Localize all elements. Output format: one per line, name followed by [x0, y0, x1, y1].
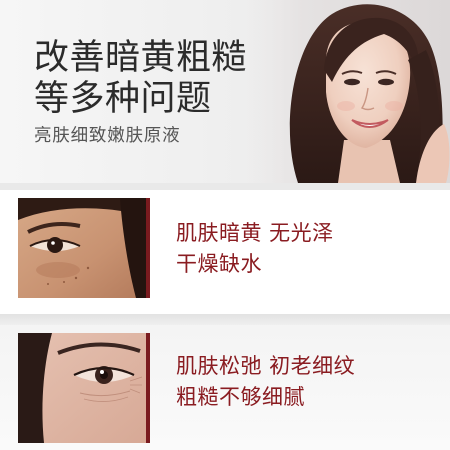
eye-closeup-wrinkles: [18, 333, 146, 443]
issue-line-2: 干燥缺水: [176, 252, 262, 276]
issue-text: 肌肤暗黄 无光泽 干燥缺水: [176, 218, 334, 280]
issue-section-sagging-skin: 肌肤松弛 初老细纹 粗糙不够细腻: [0, 325, 450, 450]
issue-line-1: 肌肤暗黄 无光泽: [176, 221, 334, 245]
eye-closeup-dull-photo: [18, 198, 146, 298]
hero-subtitle: 亮肤细致嫩肤原液: [34, 126, 181, 146]
accent-bar: [146, 198, 150, 298]
model-portrait: [240, 0, 450, 183]
accent-bar: [146, 333, 150, 443]
issue-line-1: 肌肤松弛 初老细纹: [176, 354, 356, 378]
section-divider: [0, 314, 450, 325]
product-detail-banner: 改善暗黄粗糙 等多种问题 亮肤细致嫩肤原液 肌肤暗黄 无光泽 干燥缺水 肌肤松弛…: [0, 0, 450, 450]
eye-closeup-wrinkles-photo: [18, 333, 146, 443]
hero-banner: 改善暗黄粗糙 等多种问题 亮肤细致嫩肤原液: [0, 0, 450, 183]
eye-closeup-dull: [18, 198, 146, 298]
issue-text: 肌肤松弛 初老细纹 粗糙不够细腻: [176, 351, 355, 413]
section-divider: [0, 183, 450, 190]
issue-section-dull-skin: 肌肤暗黄 无光泽 干燥缺水: [0, 190, 450, 314]
hero-title-line-2: 等多种问题: [34, 79, 212, 119]
hero-title: 改善暗黄粗糙 等多种问题: [34, 38, 247, 120]
issue-line-2: 粗糙不够细腻: [176, 385, 305, 409]
hero-title-line-1: 改善暗黄粗糙: [34, 38, 248, 78]
